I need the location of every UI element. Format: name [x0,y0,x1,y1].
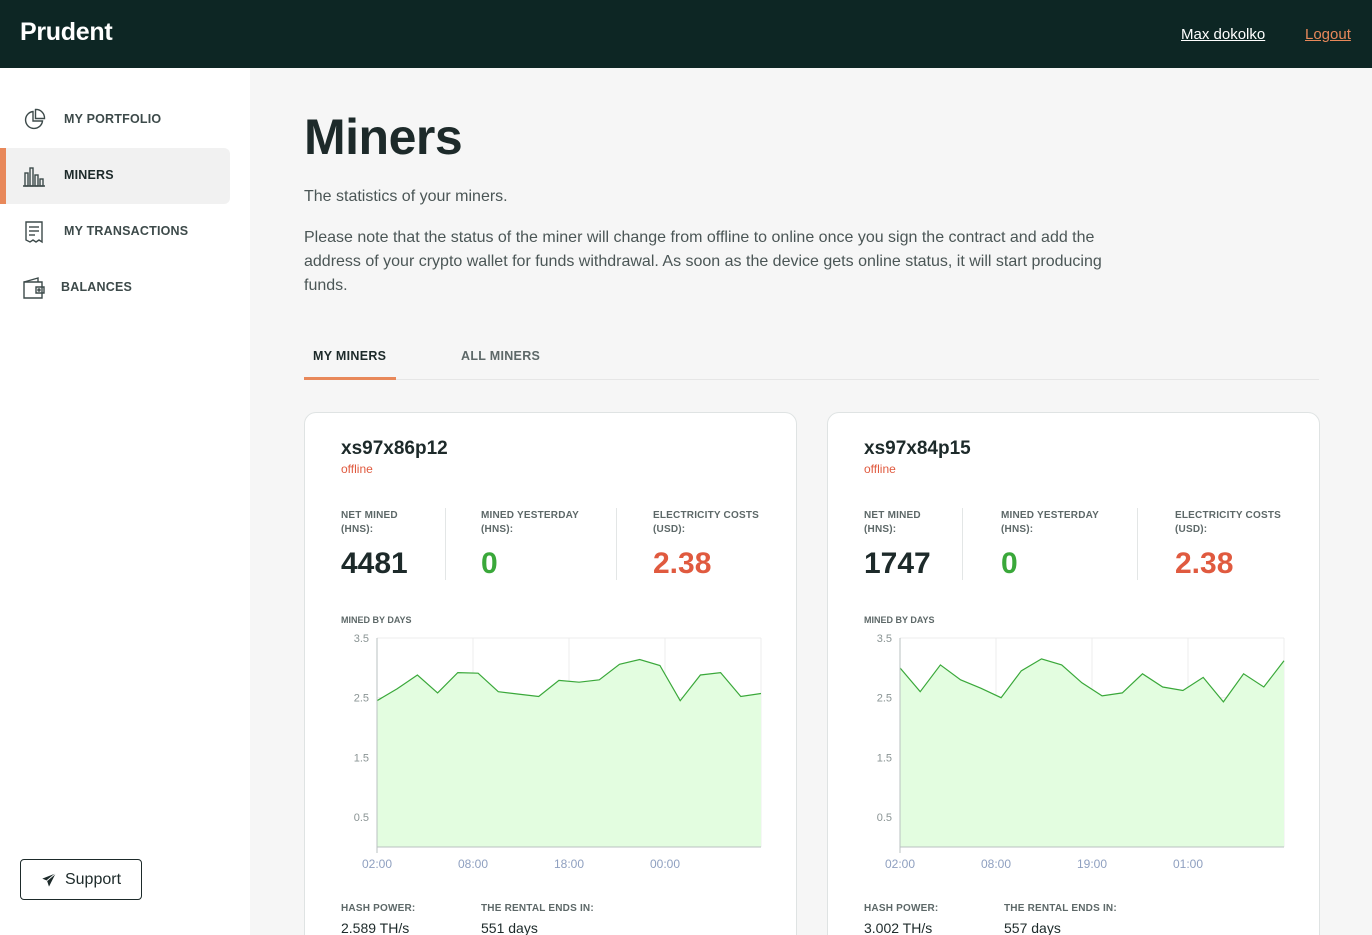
send-icon [42,872,56,887]
mined-yesterday-stat: MINED YESTERDAY (HNS): 0 [481,509,591,581]
sidebar-item-portfolio[interactable]: MY PORTFOLIO [0,92,230,148]
sidebar-item-label: BALANCES [61,280,133,294]
support-button[interactable]: Support [20,859,142,900]
wallet-icon [23,277,45,299]
x-tick-label: 19:00 [1077,857,1107,871]
divider [962,508,963,580]
mined-yesterday-stat: MINED YESTERDAY (HNS): 0 [1001,509,1111,581]
electricity-stat: ELECTRICITY COSTS (USD): 2.38 [653,509,773,581]
x-tick-label: 02:00 [362,857,392,871]
chart-title: MINED BY DAYS [864,615,935,625]
y-tick-label: 0.5 [877,812,892,824]
logout-link[interactable]: Logout [1305,26,1351,43]
user-name-link[interactable]: Max dokolko [1181,26,1265,43]
support-label: Support [64,870,122,888]
stat-label: NET MINED (HNS): [864,510,921,535]
pie-chart-icon [24,108,46,130]
sidebar-item-balances[interactable]: BALANCES [0,260,230,316]
tab-active-indicator [304,377,396,380]
x-tick-label: 00:00 [650,857,680,871]
miner-status: offline [864,462,896,476]
sidebar-item-transactions[interactable]: MY TRANSACTIONS [0,204,230,260]
rental-info: THE RENTAL ENDS IN: 557 days [1004,903,1117,935]
x-tick-label: 08:00 [458,857,488,871]
stat-value: 2.38 [653,547,712,580]
sidebar-item-miners[interactable]: MINERS [0,148,230,204]
hash-power-label: HASH POWER: [341,903,416,914]
hash-power-info: HASH POWER: 3.002 TH/s [864,903,938,935]
page-title: Miners [304,109,463,165]
rental-label: THE RENTAL ENDS IN: [481,903,594,914]
hash-power-info: HASH POWER: 2.589 TH/s [341,903,415,935]
main-content: Miners The statistics of your miners. Pl… [250,68,1372,935]
hash-power-value: 2.589 TH/s [341,920,410,935]
electricity-stat: ELECTRICITY COSTS (USD): 2.38 [1175,509,1295,581]
chart-title: MINED BY DAYS [341,615,412,625]
miner-card: xs97x86p12 offline NET MINED (HNS): 4481… [304,412,797,935]
y-tick-label: 1.5 [877,752,892,764]
x-tick-label: 01:00 [1173,857,1203,871]
rental-info: THE RENTAL ENDS IN: 551 days [481,903,594,935]
stat-value: 1747 [864,547,931,580]
stat-label: ELECTRICITY COSTS (USD): [1175,510,1282,535]
tab-my-miners[interactable]: MY MINERS [313,349,386,363]
sidebar-item-label: MY PORTFOLIO [64,112,162,126]
divider [616,508,617,580]
stat-label: ELECTRICITY COSTS (USD): [653,510,760,535]
page-note: Please note that the status of the miner… [304,229,1102,294]
sidebar-item-label: MY TRANSACTIONS [64,224,189,238]
page-subtitle: The statistics of your miners. [304,188,508,205]
miner-status: offline [341,462,373,476]
hash-power-value: 3.002 TH/s [864,920,933,935]
x-tick-label: 08:00 [981,857,1011,871]
divider [1137,508,1138,580]
y-tick-label: 2.5 [877,693,892,705]
x-tick-label: 02:00 [885,857,915,871]
rental-value: 557 days [1004,920,1061,935]
tab-all-miners[interactable]: ALL MINERS [461,349,540,363]
top-bar: Prudent Max dokolko Logout [0,0,1372,68]
y-tick-label: 0.5 [354,812,369,824]
miner-card: xs97x84p15 offline NET MINED (HNS): 1747… [827,412,1320,935]
hash-power-label: HASH POWER: [864,903,939,914]
stat-value: 2.38 [1175,547,1234,580]
y-tick-label: 3.5 [354,633,369,645]
brand-logo[interactable]: Prudent [20,18,113,47]
x-tick-label: 18:00 [554,857,584,871]
stat-label: NET MINED (HNS): [341,510,398,535]
series-area [377,659,761,847]
stat-value: 0 [481,547,498,580]
stat-label: MINED YESTERDAY (HNS): [1001,510,1099,535]
tabs: MY MINERS ALL MINERS [304,338,1319,380]
sidebar: MY PORTFOLIO MINERS MY TRANSACTIONS BALA… [0,68,250,935]
rental-value: 551 days [481,920,538,935]
receipt-icon [25,221,43,244]
y-tick-label: 1.5 [354,752,369,764]
rental-label: THE RENTAL ENDS IN: [1004,903,1117,914]
y-tick-label: 3.5 [877,633,892,645]
mined-by-days-chart: 3.5 2.5 1.5 0.5 02:00 08:00 19:00 01:00 [877,633,1285,871]
stat-label: MINED YESTERDAY (HNS): [481,510,579,535]
y-tick-label: 2.5 [354,693,369,705]
bar-chart-icon [23,167,45,187]
miner-name: xs97x86p12 [341,438,448,459]
stat-value: 0 [1001,547,1018,580]
net-mined-stat: NET MINED (HNS): 4481 [341,509,431,581]
net-mined-stat: NET MINED (HNS): 1747 [864,509,954,581]
miner-name: xs97x84p15 [864,438,971,459]
stat-value: 4481 [341,547,408,580]
divider [445,508,446,580]
sidebar-item-label: MINERS [64,168,114,182]
mined-by-days-chart: 3.5 2.5 1.5 0.5 02:00 08:00 18:00 00:00 [354,633,762,871]
